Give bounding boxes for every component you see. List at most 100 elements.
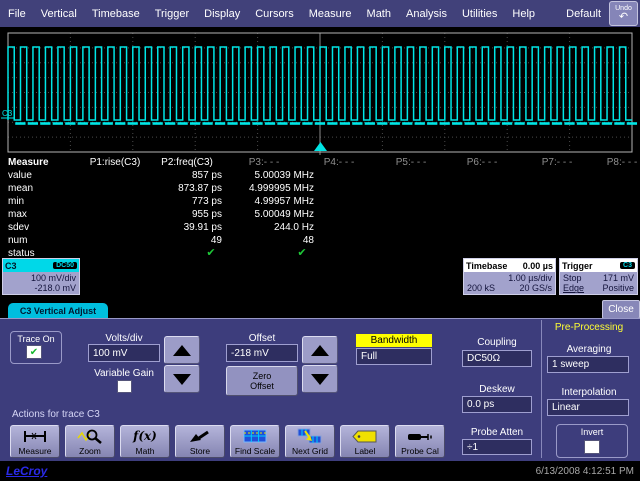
magnifier-icon <box>77 426 103 446</box>
timebase-titlebar: Timebase 0.00 µs <box>464 259 555 272</box>
channel-c3-body: 100 mV/div -218.0 mV <box>3 272 79 294</box>
trigger-name: Trigger <box>562 261 593 271</box>
volts-div-field[interactable]: 100 mV <box>88 344 160 362</box>
volts-div-down-button[interactable] <box>164 365 200 393</box>
trigger-titlebar: Trigger C3 <box>560 259 637 272</box>
menu-default[interactable]: Default <box>566 8 601 20</box>
status-check-p1: ✔ <box>201 246 221 259</box>
menu-trigger[interactable]: Trigger <box>155 8 189 20</box>
undo-button[interactable]: Undo ↶ <box>609 1 638 26</box>
probe-atten-label: Probe Atten <box>460 427 534 438</box>
trace-on-label: Trace On <box>11 334 61 344</box>
measure-p2-value: 5.00039 MHz <box>204 170 314 181</box>
preprocessing-label: Pre-Processing <box>543 322 635 333</box>
find-scale-action-button[interactable]: Find Scale <box>230 425 280 458</box>
deskew-label: Deskew <box>462 384 532 395</box>
tag-icon <box>352 426 378 446</box>
menu-help[interactable]: Help <box>512 8 535 20</box>
measure-col-header: P5:- - - <box>371 157 451 168</box>
channel-c3-offset: -218.0 mV <box>6 283 76 293</box>
coupling-label: Coupling <box>462 337 532 348</box>
measure-p1-value: 857 ps <box>92 170 222 181</box>
zero-offset-line1: Zero <box>253 371 272 381</box>
trigger-type: Edge <box>563 283 584 293</box>
bandwidth-field[interactable]: Full <box>356 348 432 365</box>
measure-row-label: sdev <box>8 222 29 233</box>
close-button[interactable]: Close <box>602 300 640 319</box>
probe-atten-field[interactable]: ÷1 <box>462 439 532 455</box>
grid-icon <box>243 426 267 446</box>
fx-icon: f(x) <box>133 426 157 446</box>
tab-c3-vertical-adjust[interactable]: C3 Vertical Adjust <box>8 303 108 318</box>
math-action-button[interactable]: f(x) Math <box>120 425 170 458</box>
volts-div-up-button[interactable] <box>164 336 200 364</box>
channel-c3-voltsdiv: 100 mV/div <box>6 273 76 283</box>
offset-up-button[interactable] <box>302 336 338 364</box>
menu-utilities[interactable]: Utilities <box>462 8 497 20</box>
offset-down-button[interactable] <box>302 365 338 393</box>
menu-timebase[interactable]: Timebase <box>92 8 140 20</box>
menu-cursors[interactable]: Cursors <box>255 8 294 20</box>
coupling-field[interactable]: DC50Ω <box>462 350 532 367</box>
timebase-descriptor[interactable]: Timebase 0.00 µs 1.00 µs/div 200 kS 20 G… <box>463 258 556 295</box>
measure-row-label: num <box>8 235 27 246</box>
label-action-label: Label <box>355 446 376 456</box>
next-grid-action-button[interactable]: Next Grid <box>285 425 335 458</box>
zoom-action-button[interactable]: Zoom <box>65 425 115 458</box>
measure-p2-value: 244.0 Hz <box>204 222 314 233</box>
up-arrow-icon <box>311 345 329 356</box>
interpolation-field[interactable]: Linear <box>547 399 629 416</box>
measure-col-header: P8:- - - <box>582 157 640 168</box>
invert-label: Invert <box>557 427 627 437</box>
oscilloscope-screen: File Vertical Timebase Trigger Display C… <box>0 0 640 481</box>
menu-file[interactable]: File <box>8 8 26 20</box>
undo-arrow-icon: ↶ <box>619 12 628 22</box>
channel-c3-descriptor[interactable]: C3 DC50 100 mV/div -218.0 mV <box>2 258 80 295</box>
deskew-field[interactable]: 0.0 ps <box>462 396 532 413</box>
store-action-label: Store <box>190 446 210 456</box>
zero-offset-button[interactable]: Zero Offset <box>226 366 298 396</box>
measure-p2-value: 48 <box>204 235 314 246</box>
timebase-body: 1.00 µs/div 200 kS 20 GS/s <box>464 272 555 294</box>
channel-c3-titlebar: C3 DC50 <box>3 259 79 272</box>
variable-gain-label: Variable Gain <box>88 368 160 379</box>
trigger-level: 171 mV <box>603 273 634 283</box>
offset-field[interactable]: -218 mV <box>226 344 298 362</box>
trigger-descriptor[interactable]: Trigger C3 Stop 171 mV Edge Positive <box>559 258 638 295</box>
interpolation-label: Interpolation <box>545 387 633 398</box>
menu-math[interactable]: Math <box>367 8 391 20</box>
actions-for-trace-label: Actions for trace C3 <box>12 409 100 420</box>
measure-col-header: P2:freq(C3) <box>147 157 227 168</box>
menu-vertical[interactable]: Vertical <box>41 8 77 20</box>
probe-cal-action-button[interactable]: Probe Cal <box>395 425 445 458</box>
label-action-button[interactable]: Label <box>340 425 390 458</box>
menu-analysis[interactable]: Analysis <box>406 8 447 20</box>
store-action-button[interactable]: Store <box>175 425 225 458</box>
menu-bar-items: File Vertical Timebase Trigger Display C… <box>0 8 566 20</box>
menu-display[interactable]: Display <box>204 8 240 20</box>
find-scale-action-label: Find Scale <box>235 446 275 456</box>
measure-p2-value: 4.999995 MHz <box>204 183 314 194</box>
zero-offset-line2: Offset <box>250 381 274 391</box>
channel-c3-coupling-badge: DC50 <box>53 262 77 269</box>
measure-p1-value: 39.91 ps <box>92 222 222 233</box>
measure-title: Measure <box>8 157 49 168</box>
averaging-field[interactable]: 1 sweep <box>547 356 629 373</box>
menu-measure[interactable]: Measure <box>309 8 352 20</box>
next-grid-action-label: Next Grid <box>292 446 328 456</box>
down-arrow-icon <box>173 374 191 385</box>
measure-col-header: P4:- - - <box>299 157 379 168</box>
measure-p1-value: 49 <box>92 235 222 246</box>
trigger-source-badge: C3 <box>620 262 635 269</box>
dialog-divider <box>541 320 542 458</box>
status-bar: LeCroy 6/13/2008 4:12:51 PM <box>0 461 640 481</box>
measure-action-button[interactable]: Measure <box>10 425 60 458</box>
timebase-samples: 200 kS <box>467 283 495 293</box>
measure-row-label: mean <box>8 183 33 194</box>
store-arrow-icon <box>188 426 212 446</box>
measure-row-label: min <box>8 196 24 207</box>
invert-checkbox[interactable] <box>584 440 600 454</box>
trigger-mode: Stop <box>563 273 582 283</box>
trace-on-checkbox[interactable]: ✔ <box>26 345 42 359</box>
variable-gain-checkbox[interactable] <box>117 380 132 393</box>
